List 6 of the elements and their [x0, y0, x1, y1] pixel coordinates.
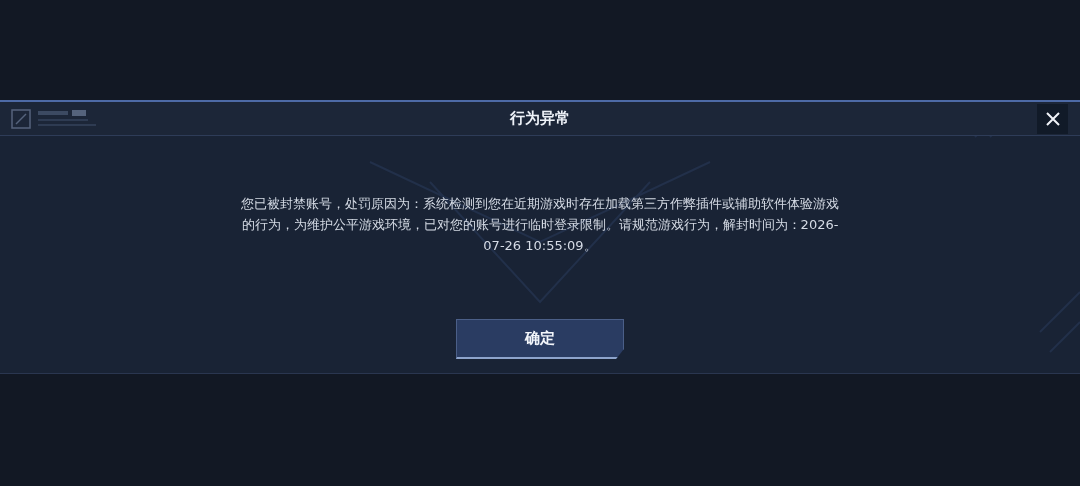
logo-icon [10, 107, 98, 131]
confirm-button[interactable]: 确定 [456, 319, 624, 359]
dialog-title: 行为异常 [510, 109, 570, 128]
close-button[interactable] [1037, 104, 1068, 134]
message-text: 您已被封禁账号，处罚原因为：系统检测到您在近期游戏时存在加载第三方作弊插件或辅助软件体验游戏的行为，为维护公平游戏环境，已对您的账号进行临时登录限制。请规范游戏行为，解封时间为：2026-07-26 10:55:09。 [240, 195, 840, 255]
close-icon [1045, 112, 1060, 126]
